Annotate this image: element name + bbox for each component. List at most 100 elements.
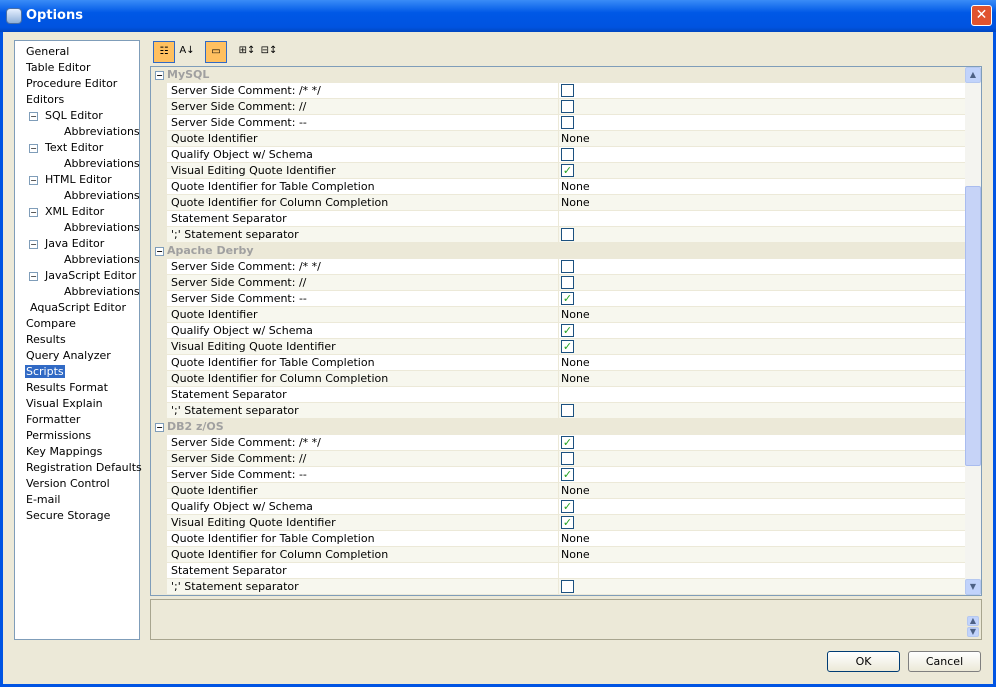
collapse-icon[interactable]: − (29, 271, 38, 281)
checkbox[interactable] (561, 580, 574, 593)
property-value[interactable] (559, 275, 966, 290)
property-row[interactable]: Server Side Comment: -- (167, 115, 966, 131)
property-value[interactable]: None (559, 355, 966, 370)
property-row[interactable]: Quote Identifier None (167, 307, 966, 323)
tree-item[interactable]: Abbreviations (15, 284, 140, 300)
property-value[interactable]: None (559, 547, 966, 562)
tree-item[interactable]: Secure Storage (15, 508, 139, 524)
tree-item[interactable]: Version Control (15, 476, 139, 492)
checkbox[interactable]: ✓ (561, 516, 574, 529)
property-value[interactable]: None (559, 531, 966, 546)
property-row[interactable]: Quote Identifier None (167, 131, 966, 147)
property-value[interactable]: None (559, 179, 966, 194)
property-value[interactable] (559, 211, 966, 226)
tree-item[interactable]: Key Mappings (15, 444, 139, 460)
collapse-icon[interactable]: − (29, 111, 38, 121)
tree-item[interactable]: Visual Explain (15, 396, 139, 412)
property-value[interactable]: ✓ (559, 515, 966, 530)
tree-item[interactable]: Abbreviations (15, 252, 140, 268)
property-row[interactable]: Visual Editing Quote Identifier ✓ (167, 515, 966, 531)
vertical-scrollbar[interactable]: ▲ ▼ (965, 67, 981, 595)
tree-item[interactable]: Abbreviations (15, 220, 140, 236)
category-header[interactable]: − DB2 z/OS (151, 419, 966, 435)
ok-button[interactable]: OK (827, 651, 900, 672)
tree-item[interactable]: Abbreviations (15, 156, 140, 172)
tree-item[interactable]: Abbreviations (15, 188, 140, 204)
checkbox[interactable] (561, 100, 574, 113)
property-row[interactable]: Quote Identifier for Table Completion Non… (167, 179, 966, 195)
property-row[interactable]: ';' Statement separator (167, 227, 966, 243)
property-row[interactable]: Server Side Comment: // (167, 275, 966, 291)
property-row[interactable]: Server Side Comment: -- ✓ (167, 291, 966, 307)
property-row[interactable]: Visual Editing Quote Identifier ✓ (167, 339, 966, 355)
alphabetical-icon[interactable]: A↓ (176, 41, 198, 63)
tree-item[interactable]: Editors (15, 92, 139, 108)
property-value[interactable] (559, 259, 966, 274)
desc-scroll-up-icon[interactable]: ▲ (967, 616, 979, 626)
property-value[interactable]: ✓ (559, 323, 966, 338)
scroll-thumb[interactable] (965, 186, 981, 466)
property-value[interactable]: None (559, 483, 966, 498)
property-value[interactable] (559, 563, 966, 578)
property-value[interactable]: ✓ (559, 467, 966, 482)
tree-item[interactable]: Abbreviations (15, 124, 140, 140)
tree-item[interactable]: − XML Editor (15, 204, 139, 220)
property-row[interactable]: Statement Separator (167, 387, 966, 403)
collapse-icon[interactable]: − (29, 143, 38, 153)
tree-item[interactable]: Results (15, 332, 139, 348)
property-pages-icon[interactable]: ▭ (205, 41, 227, 63)
checkbox[interactable] (561, 148, 574, 161)
property-value[interactable]: ✓ (559, 291, 966, 306)
property-row[interactable]: Qualify Object w/ Schema ✓ (167, 323, 966, 339)
property-value[interactable] (559, 579, 966, 594)
category-header[interactable]: − Apache Derby (151, 243, 966, 259)
property-row[interactable]: Server Side Comment: -- ✓ (167, 467, 966, 483)
property-value[interactable] (559, 403, 966, 418)
property-value[interactable] (559, 227, 966, 242)
property-value[interactable]: ✓ (559, 163, 966, 178)
property-row[interactable]: Statement Separator (167, 211, 966, 227)
checkbox[interactable] (561, 404, 574, 417)
property-row[interactable]: Quote Identifier for Column Completion No… (167, 547, 966, 563)
property-value[interactable]: None (559, 131, 966, 146)
property-value[interactable] (559, 147, 966, 162)
checkbox[interactable]: ✓ (561, 324, 574, 337)
property-row[interactable]: ';' Statement separator (167, 403, 966, 419)
checkbox[interactable]: ✓ (561, 340, 574, 353)
checkbox[interactable] (561, 84, 574, 97)
tree-item[interactable]: Registration Defaults (15, 460, 142, 476)
collapse-icon[interactable]: − (155, 422, 164, 432)
tree-item[interactable]: AquaScript Editor (15, 300, 139, 316)
property-row[interactable]: Qualify Object w/ Schema (167, 147, 966, 163)
collapse-icon[interactable]: − (29, 239, 38, 249)
tree-item[interactable]: − Java Editor (15, 236, 139, 252)
property-value[interactable]: ✓ (559, 339, 966, 354)
tree-item[interactable]: − HTML Editor (15, 172, 139, 188)
tree-item[interactable]: General (15, 44, 139, 60)
checkbox[interactable] (561, 228, 574, 241)
collapse-icon[interactable]: − (29, 175, 38, 185)
tree-item[interactable]: − JavaScript Editor (15, 268, 139, 284)
property-value[interactable] (559, 451, 966, 466)
property-value[interactable] (559, 115, 966, 130)
property-row[interactable]: Quote Identifier for Column Completion No… (167, 371, 966, 387)
property-row[interactable]: Quote Identifier None (167, 483, 966, 499)
property-row[interactable]: Qualify Object w/ Schema ✓ (167, 499, 966, 515)
tree-item[interactable]: Results Format (15, 380, 139, 396)
tree-item[interactable]: Table Editor (15, 60, 139, 76)
property-value[interactable]: ✓ (559, 435, 966, 450)
desc-scroll-down-icon[interactable]: ▼ (967, 627, 979, 637)
checkbox[interactable]: ✓ (561, 436, 574, 449)
checkbox[interactable] (561, 116, 574, 129)
property-row[interactable]: Quote Identifier for Table Completion Non… (167, 531, 966, 547)
collapse-icon[interactable]: − (155, 246, 164, 256)
tree-item[interactable]: Formatter (15, 412, 139, 428)
property-row[interactable]: Server Side Comment: // (167, 99, 966, 115)
property-value[interactable]: ✓ (559, 499, 966, 514)
scroll-up-icon[interactable]: ▲ (965, 67, 981, 83)
checkbox[interactable]: ✓ (561, 500, 574, 513)
tree-item[interactable]: − Text Editor (15, 140, 139, 156)
checkbox[interactable]: ✓ (561, 292, 574, 305)
checkbox[interactable]: ✓ (561, 468, 574, 481)
checkbox[interactable] (561, 260, 574, 273)
